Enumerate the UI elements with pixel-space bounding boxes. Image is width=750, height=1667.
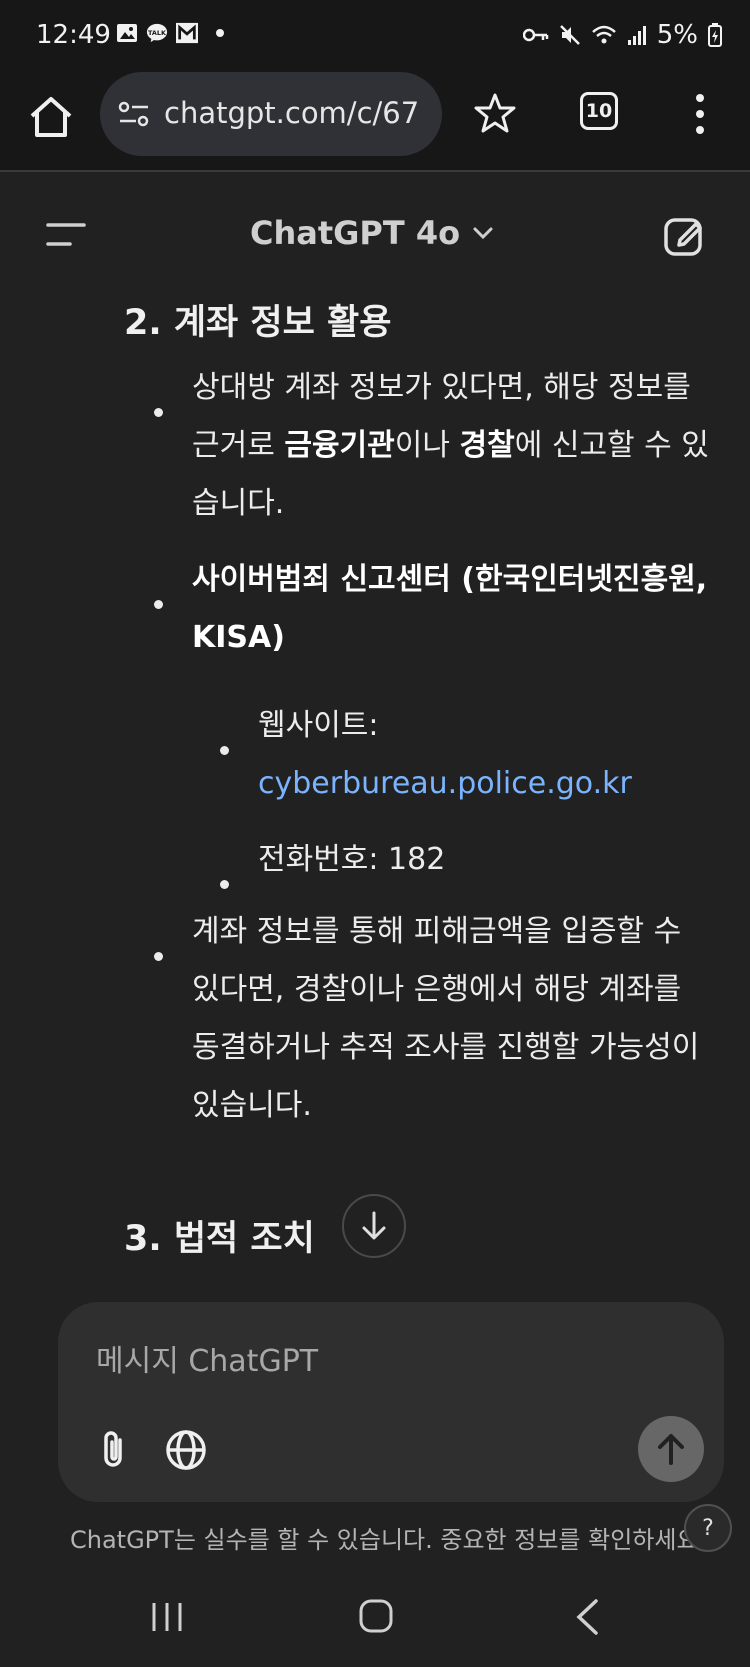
send-button[interactable] [638, 1416, 704, 1482]
paperclip-icon[interactable] [92, 1428, 136, 1472]
chat-message: 2. 계좌 정보 활용 상대방 계좌 정보가 있다면, 해당 정보를 근거로 금… [0, 294, 750, 1294]
section-heading-2: 2. 계좌 정보 활용 [124, 303, 392, 343]
text-line: 동결하거나 추적 조사를 진행할 가능성이 [192, 1030, 700, 1065]
scroll-to-bottom-button[interactable] [342, 1194, 406, 1258]
recent-apps-icon[interactable] [150, 1600, 184, 1634]
text-line: 있습니다. [192, 1088, 312, 1123]
site-settings-icon[interactable] [118, 100, 150, 128]
notification-icons: TALK [116, 22, 224, 44]
bullet-3-text: 계좌 정보를 통해 피해금액을 입증할 수 있다면, 경찰이나 은행에서 해당 … [192, 903, 699, 1135]
text-span: 근거로 [192, 428, 285, 463]
status-time: 12:49 [36, 20, 111, 50]
battery-percent: 5% [656, 20, 698, 50]
message-input[interactable]: 메시지 ChatGPT [96, 1336, 318, 1380]
sub-bullet-2-text: 전화번호: 182 [258, 842, 446, 877]
text-line: KISA) [192, 620, 285, 655]
text-line: 사이버범죄 신고센터 (한국인터넷진흥원, [192, 562, 708, 597]
kakaotalk-icon: TALK [146, 22, 168, 44]
url-text: chatgpt.com/c/67 [164, 96, 420, 130]
bullet [154, 600, 163, 609]
back-icon[interactable] [574, 1598, 600, 1636]
signal-icon [627, 26, 646, 45]
system-navigation-bar [0, 1570, 750, 1667]
bookmark-star-icon[interactable] [474, 92, 516, 134]
text-line: 계좌 정보를 통해 피해금액을 입증할 수 [192, 914, 682, 949]
key-icon [522, 28, 548, 42]
dot-icon [216, 29, 224, 37]
address-bar[interactable]: chatgpt.com/c/67 [100, 72, 442, 156]
sub-bullet [220, 880, 229, 889]
system-icons: 5% [522, 20, 722, 50]
text-line: 근거로 금융기관이나 경찰에 신고할 수 있 [192, 417, 709, 475]
bullet-2-text: 사이버범죄 신고센터 (한국인터넷진흥원, KISA) [192, 551, 707, 667]
model-name: ChatGPT 4o [250, 214, 461, 252]
more-menu-icon[interactable] [688, 92, 712, 136]
wifi-icon [591, 25, 616, 44]
svg-text:TALK: TALK [148, 29, 167, 37]
home-icon[interactable] [26, 92, 76, 142]
text-line: 웹사이트: [258, 708, 379, 743]
text-line: 상대방 계좌 정보가 있다면, 해당 정보를 [192, 370, 691, 405]
sub-bullet-1-text: 웹사이트: cyberbureau.police.go.kr [258, 697, 632, 813]
cyberbureau-link[interactable]: cyberbureau.police.go.kr [258, 755, 632, 813]
browser-toolbar: chatgpt.com/c/67 10 [0, 70, 750, 172]
arrow-up-icon [658, 1434, 684, 1465]
battery-icon [708, 23, 722, 47]
chevron-down-icon [473, 227, 493, 240]
bullet [154, 952, 163, 961]
text-span: 이나 [394, 428, 460, 463]
chat-header: ChatGPT 4o [0, 174, 750, 294]
tab-switcher-button[interactable]: 10 [580, 92, 618, 130]
disclaimer-text: ChatGPT는 실수를 할 수 있습니다. 중요한 정보를 확인하세요. [70, 1526, 707, 1554]
text-span: 에 신고할 수 있 [514, 428, 709, 463]
status-bar: 12:49 TALK 5% [0, 0, 750, 70]
bullet-1-text: 상대방 계좌 정보가 있다면, 해당 정보를 근거로 금융기관이나 경찰에 신고… [192, 359, 709, 533]
text-line: 습니다. [192, 486, 285, 521]
new-chat-icon[interactable] [662, 214, 706, 258]
gallery-icon [116, 22, 138, 44]
message-composer[interactable]: 메시지 ChatGPT [58, 1302, 724, 1502]
bold-term: 금융기관 [284, 428, 395, 463]
text-line: 있다면, 경찰이나 은행에서 해당 계좌를 [192, 972, 682, 1007]
section-heading-3: 3. 법적 조치 [124, 1219, 315, 1259]
gmail-icon [176, 22, 198, 44]
globe-icon[interactable] [164, 1428, 208, 1472]
help-button[interactable]: ? [684, 1504, 732, 1552]
home-nav-icon[interactable] [358, 1598, 394, 1634]
bullet [154, 408, 163, 417]
mute-icon [559, 25, 580, 45]
arrow-down-icon [362, 1211, 386, 1240]
sub-bullet [220, 746, 229, 755]
sidebar-menu-icon[interactable] [46, 220, 86, 250]
model-selector[interactable]: ChatGPT 4o [250, 214, 494, 252]
bold-term: 경찰 [459, 428, 515, 463]
